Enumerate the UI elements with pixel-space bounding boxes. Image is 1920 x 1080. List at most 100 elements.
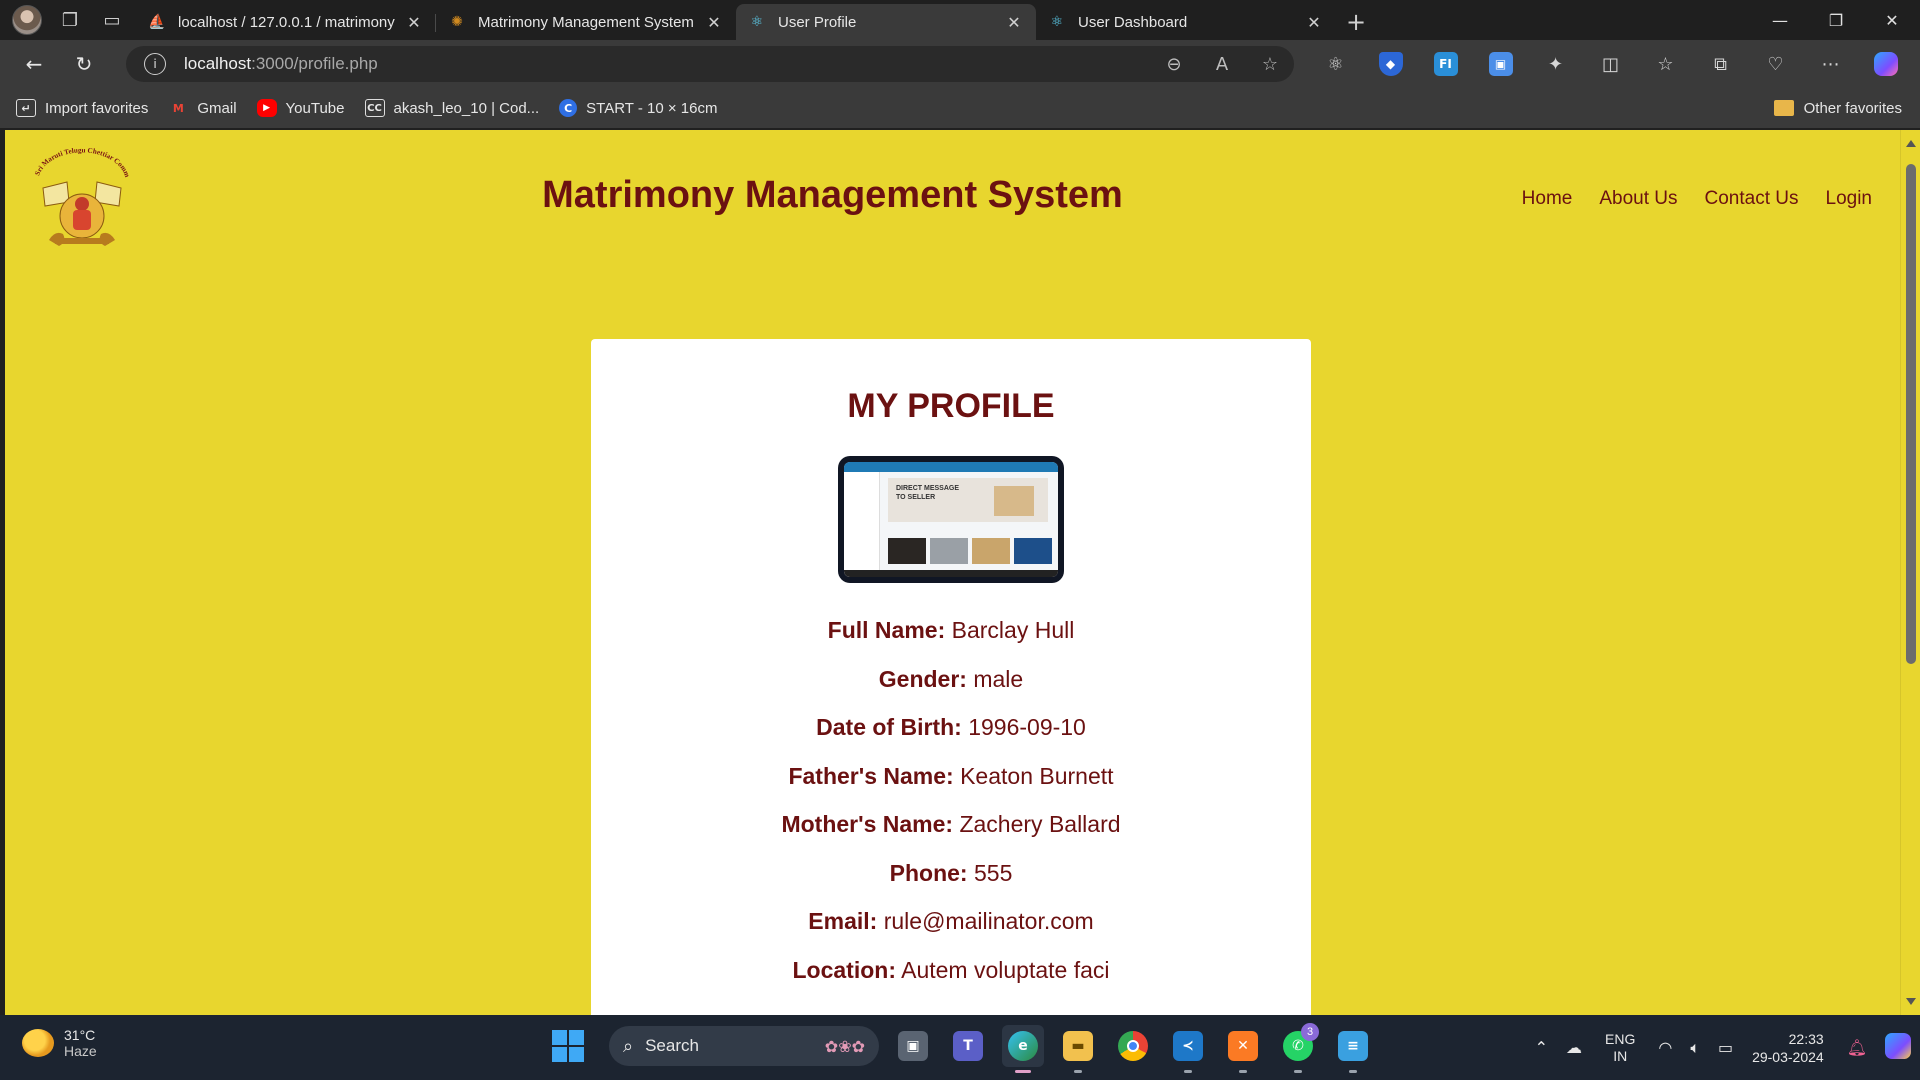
favorite-label: Gmail (197, 99, 237, 117)
field-label: Phone: (889, 859, 968, 886)
minimize-icon[interactable]: — (1752, 0, 1808, 40)
battery-icon[interactable]: ▭ (1718, 1038, 1733, 1057)
profile-photo: DIRECT MESSAGE TO SELLER (838, 456, 1064, 583)
weather-widget[interactable]: 31°C Haze (22, 1027, 97, 1059)
onedrive-cloud-icon[interactable]: ☁ (1566, 1038, 1582, 1057)
page-viewport: Sri Maruti Telugu Chettiar Community Mat… (5, 130, 1900, 1015)
browser-toolbar: ← ↻ i localhost:3000/profile.php ⊖ A ☆ ⚛… (0, 40, 1920, 88)
favorites-list-icon[interactable]: ☆ (1638, 46, 1693, 82)
close-tab-icon[interactable]: ✕ (1304, 13, 1324, 32)
field-email: Email: rule@mailinator.com (591, 906, 1311, 955)
vertical-tabs-icon[interactable]: ▭ (98, 6, 126, 34)
field-value: Keaton Burnett (960, 762, 1114, 789)
wifi-icon[interactable]: ◠ (1658, 1038, 1672, 1057)
field-value: Zachery Ballard (959, 811, 1121, 837)
xampp-icon[interactable]: ✕ (1222, 1025, 1264, 1073)
field-value: Autem voluptate faci (901, 956, 1110, 983)
close-tab-icon[interactable]: ✕ (704, 13, 724, 32)
zoom-icon[interactable]: ⊖ (1150, 54, 1198, 75)
site-logo-icon: ✺ (451, 14, 463, 30)
favorite-import[interactable]: ↵ Import favorites (16, 99, 148, 117)
close-tab-icon[interactable]: ✕ (1004, 13, 1024, 32)
search-label: Search (645, 1036, 699, 1055)
nav-home-link[interactable]: Home (1522, 188, 1573, 210)
back-arrow-icon[interactable]: ← (14, 44, 54, 84)
browser-profile-avatar[interactable] (12, 5, 42, 35)
collections-icon[interactable]: ⧉ (1693, 46, 1748, 82)
language-indicator[interactable]: ENG IN (1605, 1031, 1635, 1065)
show-hidden-icons-icon[interactable]: ⌃ (1535, 1038, 1548, 1057)
favorite-star-icon[interactable]: ☆ (1246, 54, 1294, 75)
url-host: localhost (184, 54, 252, 73)
taskbar-search[interactable]: ⌕ Search ✿❀✿ (609, 1026, 879, 1066)
extensions-puzzle-icon[interactable]: ✦ (1528, 46, 1583, 82)
tab-title: User Dashboard (1078, 13, 1188, 31)
gmail-icon: M (172, 101, 184, 115)
react-devtools-icon[interactable]: ⚛ (1308, 46, 1363, 82)
close-tab-icon[interactable]: ✕ (404, 13, 424, 32)
page-scrollbar[interactable] (1900, 130, 1920, 1015)
fi-extension-icon[interactable]: FI (1418, 46, 1473, 82)
profile-heading: MY PROFILE (847, 387, 1055, 425)
favorite-label: START - 10 × 16cm (586, 99, 718, 117)
nav-contact-link[interactable]: Contact Us (1705, 188, 1799, 210)
tab-user-profile[interactable]: ⚛ User Profile ✕ (736, 4, 1036, 40)
search-highlight-icon: ✿❀✿ (824, 1036, 865, 1056)
field-label: Full Name: (827, 617, 946, 643)
tab-matrimony-home[interactable]: ✺ Matrimony Management System ✕ (436, 4, 736, 40)
field-dob: Date of Birth: 1996-09-10 (591, 712, 1311, 761)
refresh-icon[interactable]: ↻ (64, 44, 104, 84)
field-location: Location: Autem voluptate faci (591, 955, 1311, 1004)
tab-title: User Profile (778, 13, 857, 31)
copilot-taskbar-icon[interactable] (1885, 1032, 1911, 1063)
clock[interactable]: 22:33 29-03-2024 (1752, 1030, 1824, 1066)
close-window-icon[interactable]: ✕ (1864, 0, 1920, 40)
vscode-icon[interactable]: ≺ (1167, 1025, 1209, 1073)
copilot-icon[interactable] (1858, 46, 1913, 82)
react-icon: ⚛ (1050, 14, 1064, 30)
restore-icon[interactable]: ❐ (1808, 0, 1864, 40)
other-favorites[interactable]: Other favorites (1773, 88, 1902, 128)
scroll-thumb[interactable] (1906, 164, 1916, 664)
new-tab-button[interactable]: + (1336, 4, 1376, 40)
field-label: Mother's Name: (781, 811, 954, 837)
phpmyadmin-icon: ⛵ (148, 14, 166, 30)
tab-phpmyadmin[interactable]: ⛵ localhost / 127.0.0.1 / matrimony ✕ (136, 4, 436, 40)
chrome-icon[interactable] (1112, 1025, 1154, 1067)
field-mother-name: Mother's Name: Zachery Ballard (591, 809, 1311, 858)
favorite-gmail[interactable]: M Gmail (168, 99, 237, 117)
edge-icon[interactable]: e (1002, 1025, 1044, 1073)
file-explorer-icon[interactable]: ▬ (1057, 1025, 1099, 1073)
favorite-youtube[interactable]: ▶ YouTube (256, 99, 345, 117)
read-aloud-icon[interactable]: A (1198, 54, 1246, 75)
teams-icon[interactable]: T (947, 1025, 989, 1067)
favorite-codechef[interactable]: CC akash_leo_10 | Cod... (364, 99, 539, 117)
notification-bell-icon[interactable]: 🔔︎ (1847, 1038, 1867, 1057)
tab-user-dashboard[interactable]: ⚛ User Dashboard ✕ (1036, 4, 1336, 40)
task-view-icon[interactable]: ▣ (892, 1025, 934, 1067)
weather-condition: Haze (64, 1043, 97, 1059)
volume-icon[interactable]: 🔈︎ (1690, 1038, 1700, 1058)
browser-essentials-icon[interactable]: ♡ (1748, 46, 1803, 82)
address-bar[interactable]: i localhost:3000/profile.php ⊖ A ☆ (126, 46, 1294, 82)
windows-start-icon[interactable] (552, 1030, 584, 1062)
site-info-icon[interactable]: i (144, 53, 166, 75)
notepad-icon[interactable]: ≡ (1332, 1025, 1374, 1073)
field-father-name: Father's Name: Keaton Burnett (591, 761, 1311, 810)
nav-about-link[interactable]: About Us (1599, 188, 1677, 210)
nav-login-link[interactable]: Login (1826, 188, 1873, 210)
scroll-down-icon[interactable] (1906, 998, 1916, 1005)
tab-manager-icon[interactable]: ▣ (1473, 46, 1528, 82)
url-path: :3000/profile.php (251, 54, 378, 73)
tab-title: Matrimony Management System (478, 13, 694, 31)
whatsapp-icon[interactable]: ✆ 3 (1277, 1023, 1319, 1073)
split-screen-icon[interactable]: ◫ (1583, 46, 1638, 82)
field-full-name: Full Name: Barclay Hull (591, 615, 1311, 664)
more-menu-icon[interactable]: ⋯ (1803, 46, 1858, 82)
workspaces-icon[interactable]: ❐ (56, 6, 84, 34)
bitwarden-shield-icon[interactable]: ◆ (1363, 46, 1418, 82)
scroll-up-icon[interactable] (1906, 140, 1916, 147)
favorite-canva[interactable]: C START - 10 × 16cm (559, 99, 717, 117)
react-icon: ⚛ (750, 14, 764, 30)
field-value: male (973, 665, 1024, 692)
